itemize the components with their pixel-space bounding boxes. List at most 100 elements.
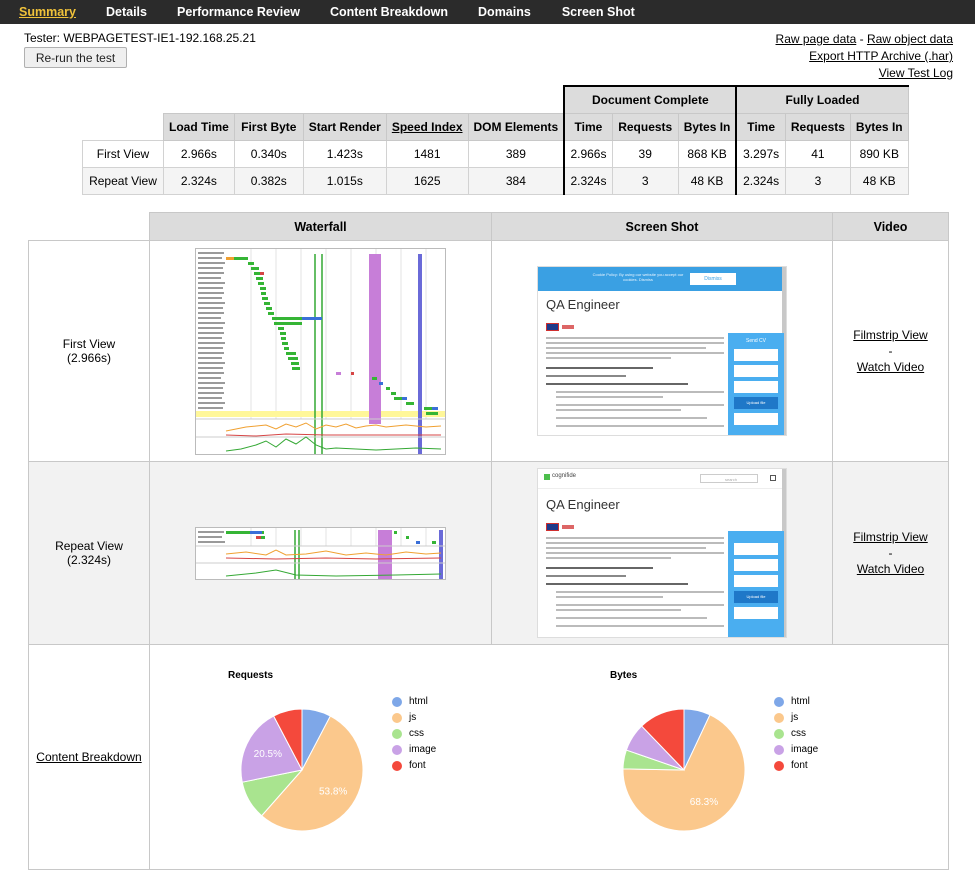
content-breakdown-link[interactable]: Content Breakdown xyxy=(36,750,141,764)
legend-swatch-js xyxy=(774,713,784,723)
job-title: QA Engineer xyxy=(546,297,620,312)
speed-index-link[interactable]: Speed Index xyxy=(392,120,463,134)
requests-legend: html js css image font xyxy=(392,694,436,774)
waterfall-header: Waterfall xyxy=(149,212,492,241)
link-dash: - xyxy=(888,344,893,358)
legend-label: font xyxy=(409,760,426,771)
first-view-screenshot-thumbnail[interactable]: Cookie Policy: By using our website you … xyxy=(537,266,787,436)
first-view-watch-video-link[interactable]: Watch Video xyxy=(857,360,924,374)
repeat-view-label-cell: Repeat View (2.324s) xyxy=(28,461,150,645)
repeat-view-watch-video-link[interactable]: Watch Video xyxy=(857,562,924,576)
legend-label: js xyxy=(409,712,417,723)
table-cell: 868 KB xyxy=(677,139,737,168)
legend-item-image: image xyxy=(392,742,436,758)
repeat-view-screenshot-cell: cognifide search QA Engineer Upload file xyxy=(491,461,833,645)
send-cv-panel: Send CV Upload file xyxy=(728,333,784,435)
legend-swatch-image xyxy=(392,745,402,755)
table-cell: 890 KB xyxy=(849,139,909,168)
job-description xyxy=(546,537,724,630)
nav-details[interactable]: Details xyxy=(106,5,147,19)
repeat-view-filmstrip-link[interactable]: Filmstrip View xyxy=(853,530,927,544)
first-view-waterfall-thumbnail[interactable] xyxy=(195,247,446,455)
first-view-waterfall-cell xyxy=(149,240,492,462)
legend-swatch-css xyxy=(392,729,402,739)
legend-item-font: font xyxy=(774,758,818,774)
blank-header xyxy=(28,212,150,241)
pie-data-label-image: 20.5% xyxy=(254,749,282,760)
repeat-view-screenshot-thumbnail[interactable]: cognifide search QA Engineer Upload file xyxy=(537,468,787,638)
table-cell: 3 xyxy=(784,166,851,195)
table-cell: 0.382s xyxy=(233,166,304,195)
nav-content-breakdown[interactable]: Content Breakdown xyxy=(330,5,448,19)
flag-icon xyxy=(562,325,574,329)
table-cell: 384 xyxy=(467,166,565,195)
table-cell: 48 KB xyxy=(849,166,909,195)
job-title: QA Engineer xyxy=(546,497,620,512)
col-start-render: Start Render xyxy=(302,112,387,141)
legend-item-css: css xyxy=(774,726,818,742)
cookie-dismiss-button: Dismiss xyxy=(690,273,736,285)
repeat-view-time: (2.324s) xyxy=(66,553,112,567)
legend-item-html: html xyxy=(774,694,818,710)
nav-summary[interactable]: Summary xyxy=(19,5,76,19)
link-dash: - xyxy=(888,546,893,560)
col-dc-time: Time xyxy=(563,112,613,141)
table-cell: 39 xyxy=(611,139,679,168)
legend-swatch-html xyxy=(774,697,784,707)
upload-file-button: Upload file xyxy=(734,591,778,603)
view-test-log-link[interactable]: View Test Log xyxy=(879,66,953,80)
legend-swatch-image xyxy=(774,745,784,755)
col-dom-elements: DOM Elements xyxy=(467,112,565,141)
requests-chart: Requests 53.8% 20.5% html js css image fo… xyxy=(151,646,451,868)
tester-label: Tester: WEBPAGETEST-IE1-192.168.25.21 xyxy=(24,31,256,45)
table-cell: 1481 xyxy=(385,139,469,168)
legend-swatch-js xyxy=(392,713,402,723)
col-load-time: Load Time xyxy=(163,112,235,141)
first-view-time: (2.966s) xyxy=(66,351,112,365)
col-speed-index[interactable]: Speed Index xyxy=(385,112,469,141)
nav-screen-shot[interactable]: Screen Shot xyxy=(562,5,635,19)
nav-performance-review[interactable]: Performance Review xyxy=(177,5,300,19)
legend-item-css: css xyxy=(392,726,436,742)
legend-item-html: html xyxy=(392,694,436,710)
legend-swatch-font xyxy=(774,761,784,771)
table-cell: 41 xyxy=(784,139,851,168)
legend-label: html xyxy=(791,696,810,707)
first-view-filmstrip-link[interactable]: Filmstrip View xyxy=(853,328,927,342)
upload-file-button: Upload file xyxy=(734,397,778,409)
menu-icon xyxy=(770,475,776,481)
rerun-button[interactable]: Re-run the test xyxy=(24,47,127,68)
legend-item-font: font xyxy=(392,758,436,774)
table-cell: 389 xyxy=(467,139,565,168)
repeat-view-waterfall-thumbnail[interactable] xyxy=(195,526,446,580)
job-description xyxy=(546,337,724,430)
export-har-link[interactable]: Export HTTP Archive (.har) xyxy=(809,49,953,63)
raw-object-data-link[interactable]: Raw object data xyxy=(867,32,953,46)
table-cell: 1625 xyxy=(385,166,469,195)
col-fl-bytes: Bytes In xyxy=(849,112,909,141)
nav-domains[interactable]: Domains xyxy=(478,5,531,19)
site-search-box: search xyxy=(700,474,758,483)
bytes-legend: html js css image font xyxy=(774,694,818,774)
table-cell: 2.966s xyxy=(163,139,235,168)
first-view-screenshot-cell: Cookie Policy: By using our website you … xyxy=(491,240,833,462)
legend-swatch-html xyxy=(392,697,402,707)
repeat-view-video-cell: Filmstrip View - Watch Video xyxy=(832,461,949,645)
col-fl-time: Time xyxy=(735,112,786,141)
logo-text: cognifide xyxy=(552,473,577,479)
logo-icon xyxy=(544,474,550,480)
col-first-byte: First Byte xyxy=(233,112,304,141)
first-view-label: First View xyxy=(62,337,116,351)
table-cell: 1.015s xyxy=(302,166,387,195)
uk-flag-icon xyxy=(546,523,559,531)
uk-flag-icon xyxy=(546,323,559,331)
table-cell: 2.324s xyxy=(163,166,235,195)
table-cell: 2.324s xyxy=(563,166,613,195)
raw-page-data-link[interactable]: Raw page data xyxy=(776,32,857,46)
col-fl-requests: Requests xyxy=(784,112,851,141)
send-cv-panel: Upload file xyxy=(728,531,784,637)
send-cv-title: Send CV xyxy=(745,338,766,344)
pie-data-label-js: 53.8% xyxy=(319,786,347,797)
legend-item-js: js xyxy=(774,710,818,726)
link-separator: - xyxy=(856,32,867,46)
